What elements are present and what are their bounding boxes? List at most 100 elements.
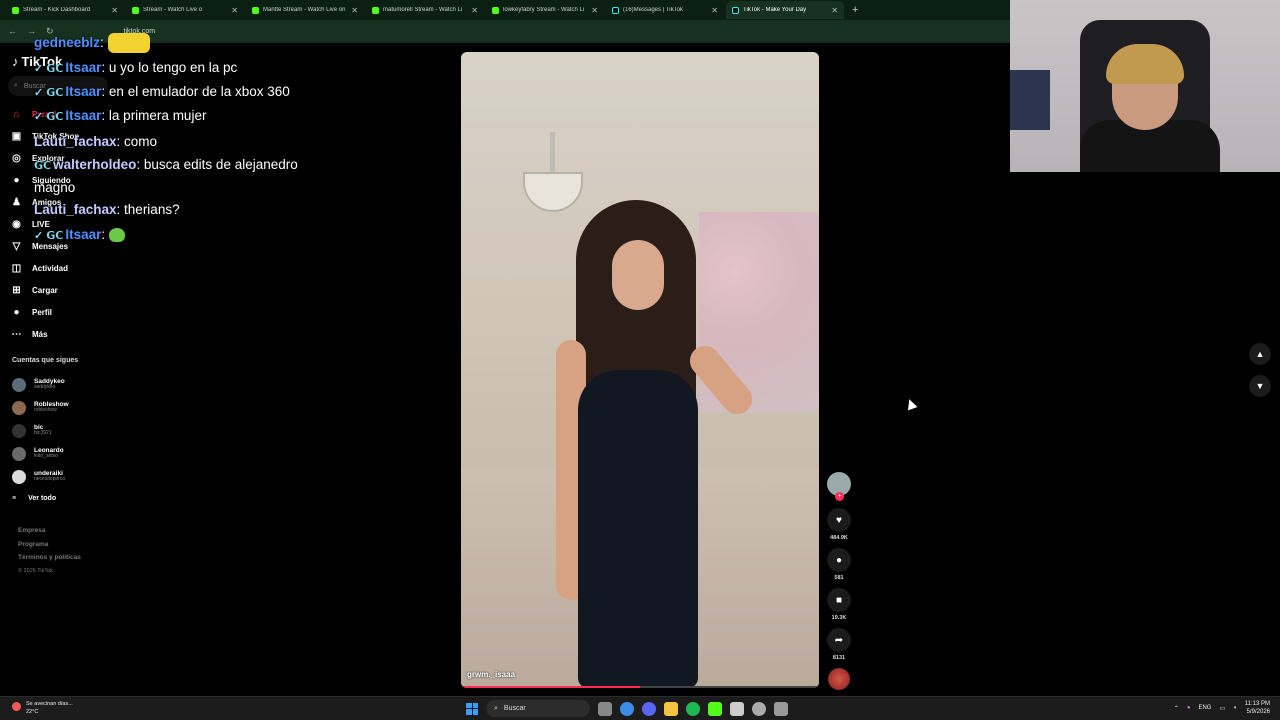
taskbar-apps: ⌕ Buscar [466, 700, 788, 717]
system-tray: ⌃ ● ENG ▭ ◖ 11:13 PM 5/9/2026 [1174, 700, 1270, 716]
video-progress-bar[interactable] [461, 686, 819, 688]
chat-colon: : [136, 157, 144, 172]
sidebar-item-actividad[interactable]: ◫ Actividad [10, 257, 110, 279]
sidebar-item-perfil[interactable]: ● Perfil [10, 301, 110, 323]
messages-icon: ▽ [12, 240, 21, 252]
browser-tab[interactable]: Mantte Stream - Watch Live on ✕ [246, 1, 364, 19]
taskbar-search[interactable]: ⌕ Buscar [486, 700, 590, 717]
footer-link[interactable]: Términos y políticas [18, 551, 81, 565]
close-tab-icon[interactable]: ✕ [831, 6, 838, 15]
settings-icon[interactable] [752, 701, 766, 716]
share-arrow-icon: ➦ [834, 634, 844, 646]
spotify-icon[interactable] [686, 701, 700, 716]
close-tab-icon[interactable]: ✕ [111, 6, 118, 15]
task-view-icon[interactable] [598, 701, 612, 716]
more-icon: ⋯ [11, 328, 22, 340]
close-tab-icon[interactable]: ✕ [471, 6, 478, 15]
sidebar-item-m-s[interactable]: ⋯ Más [10, 323, 110, 345]
video-player[interactable]: grwm._isaaa [461, 52, 819, 688]
following-item[interactable]: Robleshow robleshow [12, 396, 112, 419]
see-all-button[interactable]: ≡ Ver todo [12, 488, 112, 508]
close-tab-icon[interactable]: ✕ [711, 6, 718, 15]
follow-plus-icon[interactable]: + [835, 492, 844, 501]
following-list: Saddykeo saddykeo Robleshow robleshow bi… [12, 373, 112, 508]
chat-badge-icon: ✓ 𝗚𝗖 [34, 229, 64, 242]
chat-colon: : [100, 35, 108, 50]
app-icon[interactable] [730, 701, 744, 716]
footer-link[interactable]: Programa [18, 538, 81, 552]
new-tab-icon[interactable]: + [852, 4, 858, 16]
obs-icon[interactable] [774, 701, 788, 716]
share-button[interactable]: ➦ [827, 628, 851, 652]
footer-link: © 2026 TikTok [18, 567, 53, 574]
chat-colon: : [101, 226, 109, 242]
sidebar-item-label: Más [32, 329, 48, 339]
chat-message: 𝗚𝗖 walterholdeo: busca edits de alejanedr… [34, 154, 314, 198]
following-avatar-icon: ● [13, 174, 20, 186]
like-button[interactable]: ♥ [827, 508, 851, 532]
tiktok-icon [612, 6, 619, 14]
following-item[interactable]: Leonardo leito_setso [12, 442, 112, 465]
next-video-button[interactable]: ▼ [1249, 375, 1271, 397]
webcam-overlay [1010, 0, 1280, 172]
chat-username: walterholdeo [53, 157, 137, 172]
mouse-cursor [904, 397, 918, 411]
close-tab-icon[interactable]: ✕ [231, 6, 238, 15]
tab-label: (16)Messages | TikTok [623, 7, 683, 13]
network-icon[interactable]: ▭ [1219, 705, 1225, 712]
close-tab-icon[interactable]: ✕ [351, 6, 358, 15]
browser-tab[interactable]: matumorell Stream - Watch Li ✕ [366, 1, 484, 19]
close-tab-icon[interactable]: ✕ [591, 6, 598, 15]
browser-tab[interactable]: Stream - Kick Dashboard ✕ [6, 1, 124, 19]
following-item[interactable]: Saddykeo saddykeo [12, 373, 112, 396]
file-explorer-icon[interactable] [664, 701, 678, 716]
discord-icon[interactable] [642, 701, 656, 716]
clock[interactable]: 11:13 PM 5/9/2026 [1245, 700, 1270, 716]
kick-app-icon[interactable] [708, 701, 722, 716]
chat-message: gedneeblz: [34, 31, 454, 56]
avatar [12, 469, 26, 484]
language-indicator[interactable]: ENG [1198, 705, 1211, 711]
browser-tab[interactable]: lowkeyfabry Stream - Watch Li ✕ [486, 1, 604, 19]
following-item[interactable]: underaiki necesitoperco [12, 465, 112, 488]
windows-start-icon[interactable] [466, 702, 478, 715]
chat-message: ✓ 𝗚𝗖 Itsaar: u yo lo tengo en la pc [34, 56, 454, 82]
comment-icon: ● [835, 554, 843, 566]
upload-icon: ⊞ [12, 284, 21, 296]
video-author[interactable]: grwm._isaaa [467, 670, 515, 679]
kick-icon [12, 6, 19, 14]
kick-icon [132, 6, 139, 14]
microphone-icon[interactable]: ● [1187, 705, 1191, 711]
following-item[interactable]: bic bic3921 [12, 419, 112, 442]
creator-avatar[interactable]: + [827, 472, 851, 501]
chrome-icon[interactable] [620, 701, 634, 716]
volume-icon[interactable]: ◖ [1233, 705, 1237, 711]
music-disc-icon[interactable] [828, 668, 850, 690]
back-icon[interactable]: ← [8, 26, 17, 36]
browser-tab[interactable]: TikTok - Make Your Day ✕ [726, 1, 844, 19]
tiktok-icon [732, 6, 739, 14]
chat-colon: : [101, 108, 109, 123]
footer-link[interactable]: Empresa [18, 524, 81, 538]
chat-username: Itsaar [65, 108, 102, 123]
chat-text: la primera mujer [108, 108, 207, 123]
browser-tab[interactable]: Stream - Watch Live o ✕ [126, 1, 244, 19]
weather-widget[interactable]: Se avecinan días... 22°C [12, 701, 73, 716]
previous-video-button[interactable]: ▲ [1249, 343, 1271, 365]
tray-chevron-up-icon[interactable]: ⌃ [1174, 705, 1179, 712]
chat-message: Lauti_fachax: therians? [34, 198, 454, 223]
browser-tab[interactable]: (16)Messages | TikTok ✕ [606, 1, 724, 19]
chevron-down-icon: ▼ [1255, 381, 1265, 391]
chat-username: gedneeblz [34, 35, 101, 50]
following-username: necesitoperco [34, 476, 66, 483]
tab-label: Stream - Watch Live o [143, 7, 203, 13]
chat-message: ✓ 𝗚𝗖 Itsaar: la primera mujer [34, 104, 454, 130]
chat-text: therians? [124, 202, 180, 217]
chat-message: ✓ 𝗚𝗖 Itsaar: en el emulador de la xbox 36… [34, 81, 314, 104]
sidebar-item-cargar[interactable]: ⊞ Cargar [10, 279, 110, 301]
comment-button[interactable]: ● [827, 548, 851, 572]
chat-username: Lauti_fachax [34, 202, 117, 217]
save-count: 19.3K [831, 615, 847, 621]
save-button[interactable]: ■ [827, 588, 851, 612]
chat-message: ✓ 𝗚𝗖 Itsaar: [34, 223, 454, 249]
